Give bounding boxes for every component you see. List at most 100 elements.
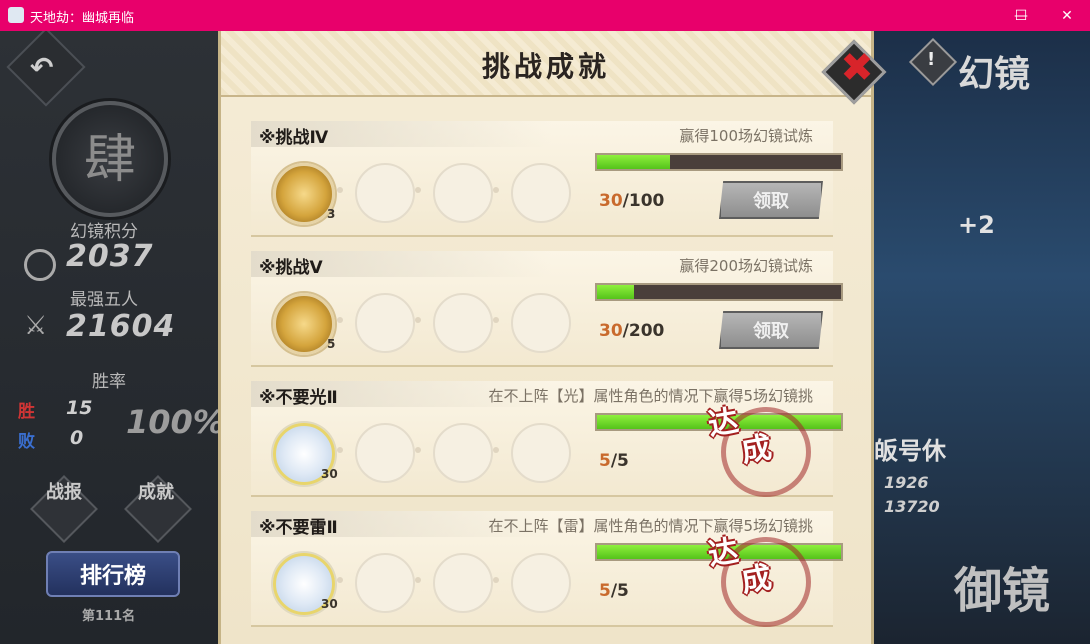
progress-text: 5/5 bbox=[599, 451, 629, 471]
progress-text: 30/200 bbox=[599, 321, 664, 341]
reward-count: 30 bbox=[321, 467, 338, 481]
progress-current: 5 bbox=[599, 451, 611, 471]
achievement-name: ※挑战Ⅳ bbox=[259, 128, 329, 148]
achievement-label: 成就 bbox=[138, 482, 174, 503]
empty-reward-slot bbox=[355, 423, 415, 483]
completed-char-2: 成 bbox=[738, 429, 775, 470]
claim-button[interactable]: 领取 bbox=[719, 311, 823, 349]
winrate-value: 100% bbox=[126, 403, 225, 441]
separator-dot bbox=[415, 187, 421, 193]
progress-text: 30/100 bbox=[599, 191, 664, 211]
completed-char-2: 成 bbox=[738, 559, 775, 600]
empty-reward-slot bbox=[433, 163, 493, 223]
separator-dot bbox=[493, 317, 499, 323]
achievement-desc: 赢得100场幻镜试炼 bbox=[679, 127, 813, 145]
achievement-name: ※挑战Ⅴ bbox=[259, 258, 323, 278]
empty-reward-slot bbox=[511, 423, 571, 483]
completed-label: 达成 bbox=[705, 530, 775, 603]
empty-reward-slot bbox=[511, 163, 571, 223]
app-icon bbox=[8, 7, 24, 23]
progress-total: /100 bbox=[622, 191, 665, 211]
progress-fill bbox=[597, 285, 634, 299]
rank-position: 第111名 bbox=[82, 609, 136, 624]
loss-label: 败 bbox=[18, 432, 35, 452]
empty-reward-slot bbox=[433, 553, 493, 613]
back-arrow-icon: ↶ bbox=[30, 51, 54, 84]
battle-report-label: 战报 bbox=[46, 482, 82, 503]
rank-character: 肆 bbox=[83, 130, 136, 190]
achievement-row: ※不要光Ⅱ 在不上阵【光】属性角色的情况下赢得5场幻镜挑 30 5/5 达成 bbox=[251, 381, 843, 497]
achievement-row: ※不要雷Ⅱ 在不上阵【雷】属性角色的情况下赢得5场幻镜挑 30 5/5 达成 bbox=[251, 511, 843, 627]
progress-bar bbox=[595, 153, 843, 171]
win-value: 15 bbox=[66, 397, 93, 419]
separator-dot bbox=[337, 187, 343, 193]
crossed-swords-icon: ⚔ bbox=[24, 311, 48, 341]
empty-reward-slot bbox=[511, 553, 571, 613]
top5-label: 最强五人 bbox=[70, 290, 138, 310]
empty-reward-slot bbox=[355, 163, 415, 223]
separator-dot bbox=[415, 447, 421, 453]
separator-dot bbox=[337, 577, 343, 583]
progress-current: 5 bbox=[599, 581, 611, 601]
progress-current: 30 bbox=[599, 191, 623, 211]
hero-name: 皈号休 bbox=[874, 436, 946, 465]
hero-stat-2: 13720 bbox=[884, 497, 940, 516]
progress-text: 5/5 bbox=[599, 581, 629, 601]
empty-reward-slot bbox=[433, 423, 493, 483]
separator-dot bbox=[415, 577, 421, 583]
winrate-label: 胜率 bbox=[92, 372, 126, 392]
minimize-button-2[interactable] bbox=[952, 0, 998, 31]
mirror-title: 幻镜 bbox=[958, 53, 1031, 95]
reward-count: 5 bbox=[327, 337, 336, 351]
achievement-desc: 在不上阵【光】属性角色的情况下赢得5场幻镜挑 bbox=[488, 387, 813, 405]
achievement-desc: 在不上阵【雷】属性角色的情况下赢得5场幻镜挑 bbox=[488, 517, 813, 535]
gold-coin-icon[interactable] bbox=[273, 293, 335, 355]
progress-fill bbox=[597, 155, 671, 169]
separator-dot bbox=[493, 447, 499, 453]
progress-total: /5 bbox=[610, 451, 629, 471]
empty-reward-slot bbox=[355, 293, 415, 353]
reward-count: 30 bbox=[321, 597, 338, 611]
top5-value: 21604 bbox=[66, 309, 176, 344]
maximize-button[interactable]: ☐ bbox=[998, 0, 1044, 31]
separator-dot bbox=[493, 577, 499, 583]
royal-mirror-title[interactable]: 御镜 bbox=[954, 551, 1050, 621]
score-value: 2037 bbox=[66, 239, 154, 274]
empty-reward-slot bbox=[511, 293, 571, 353]
window-title: 天地劫：幽城再临 bbox=[30, 11, 135, 26]
achievement-name: ※不要光Ⅱ bbox=[259, 388, 338, 408]
achievement-desc: 赢得200场幻镜试炼 bbox=[679, 257, 813, 275]
progress-current: 30 bbox=[599, 321, 623, 341]
left-panel: ↶ 肆 幻镜积分 2037 最强五人 ⚔ 21604 胜率 胜 15 败 0 1… bbox=[0, 31, 225, 644]
gold-coin-icon[interactable] bbox=[273, 163, 335, 225]
progress-bar bbox=[595, 283, 843, 301]
close-window-button[interactable]: ✕ bbox=[1044, 0, 1090, 31]
window-titlebar: 天地劫：幽城再临 — bbox=[0, 0, 1090, 31]
close-x-icon[interactable]: ✖ bbox=[835, 45, 879, 91]
achievement-name: ※不要雷Ⅱ bbox=[259, 518, 338, 538]
empty-reward-slot bbox=[433, 293, 493, 353]
game-viewport: ↶ 肆 幻镜积分 2037 最强五人 ⚔ 21604 胜率 胜 15 败 0 1… bbox=[0, 31, 1090, 644]
bonus-indicator: +2 bbox=[958, 211, 995, 239]
completed-char-1: 达 bbox=[705, 533, 742, 574]
progress-total: /5 bbox=[610, 581, 629, 601]
alert-icon: ! bbox=[927, 49, 936, 70]
separator-dot bbox=[415, 317, 421, 323]
completed-char-1: 达 bbox=[705, 403, 742, 444]
empty-reward-slot bbox=[355, 553, 415, 613]
hero-stat-1: 1926 bbox=[884, 473, 929, 492]
separator-dot bbox=[337, 317, 343, 323]
completed-label: 达成 bbox=[705, 400, 775, 473]
loss-value: 0 bbox=[70, 427, 84, 449]
claim-button[interactable]: 领取 bbox=[719, 181, 823, 219]
clock-icon bbox=[24, 249, 56, 281]
achievement-row: ※挑战Ⅳ 赢得100场幻镜试炼 3 30/100 领取 bbox=[251, 121, 843, 237]
achievement-row: ※挑战Ⅴ 赢得200场幻镜试炼 5 30/200 领取 bbox=[251, 251, 843, 367]
win-label: 胜 bbox=[18, 402, 35, 422]
reward-count: 3 bbox=[327, 207, 336, 221]
leaderboard-button[interactable]: 排行榜 bbox=[46, 551, 180, 597]
achievement-modal: 挑战成就 ✖ ※挑战Ⅳ 赢得100场幻镜试炼 3 30/100 领取 ※挑战Ⅴ … bbox=[218, 31, 887, 644]
modal-title: 挑战成就 bbox=[481, 50, 610, 83]
separator-dot bbox=[337, 447, 343, 453]
progress-total: /200 bbox=[622, 321, 665, 341]
